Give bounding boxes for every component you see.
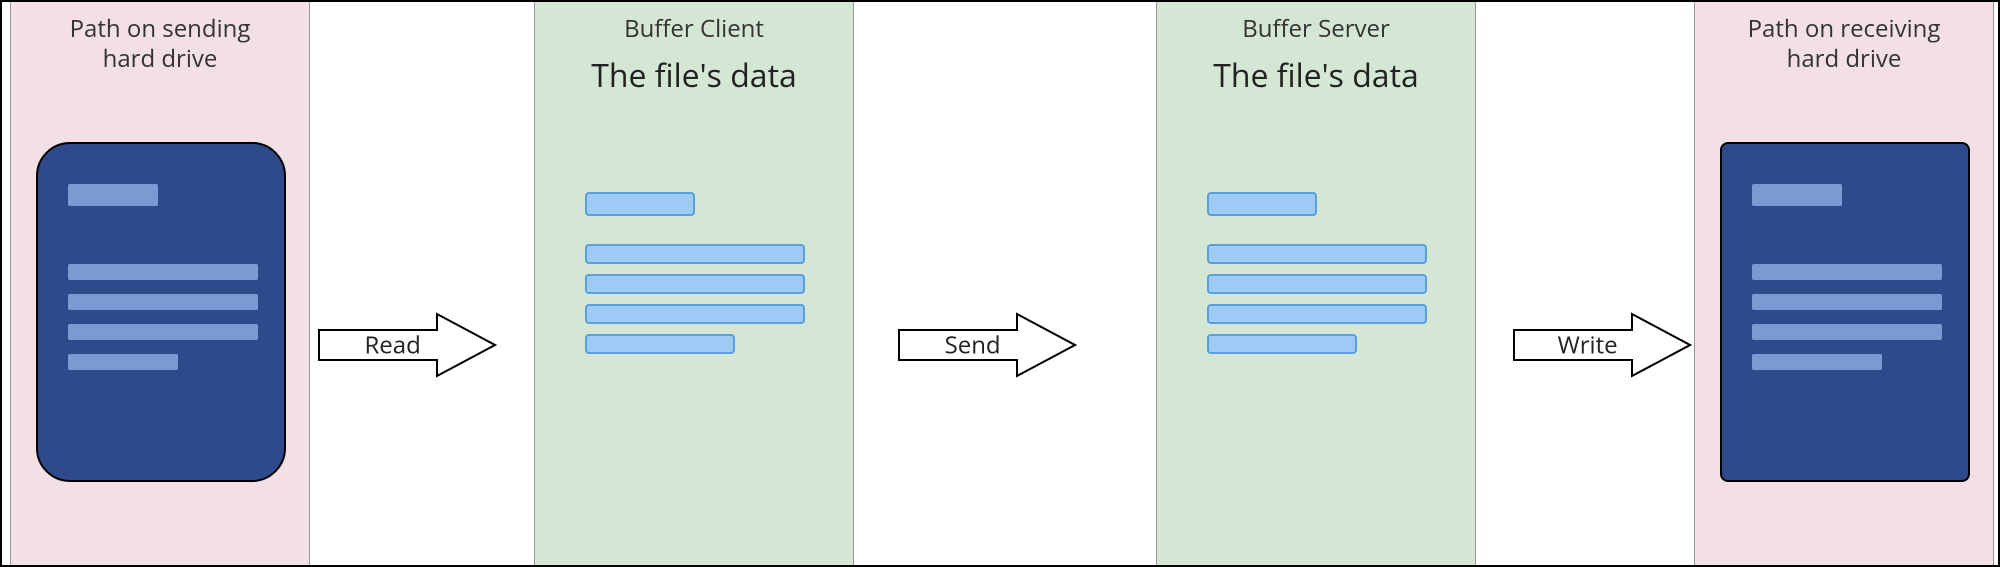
column-sending-drive: Path on sending hard drive [10,2,310,565]
column-title-sending: Path on sending hard drive [11,2,309,80]
column-subtitle-buffer-server: The file's data [1157,50,1475,115]
diagram-canvas: Path on sending hard drive Read Buffer C… [0,0,2000,567]
arrow-write: Write [1512,312,1692,378]
arrow-write-label: Write [1558,329,1618,362]
arrow-read: Read [317,312,497,378]
column-title-receiving: Path on receiving hard drive [1695,2,1993,80]
column-buffer-server: Buffer Server The file's data [1156,2,1476,565]
arrow-send-label: Send [945,329,1001,362]
column-receiving-drive: Path on receiving hard drive [1694,2,1994,565]
file-icon [1720,142,1970,482]
column-buffer-client: Buffer Client The file's data [534,2,854,565]
data-lines-icon [585,192,805,364]
arrow-send: Send [897,312,1077,378]
arrow-read-label: Read [364,329,420,362]
column-title-buffer-client: Buffer Client [535,2,853,50]
column-title-buffer-server: Buffer Server [1157,2,1475,50]
file-icon [36,142,286,482]
column-subtitle-buffer-client: The file's data [535,50,853,115]
data-lines-icon [1207,192,1427,364]
